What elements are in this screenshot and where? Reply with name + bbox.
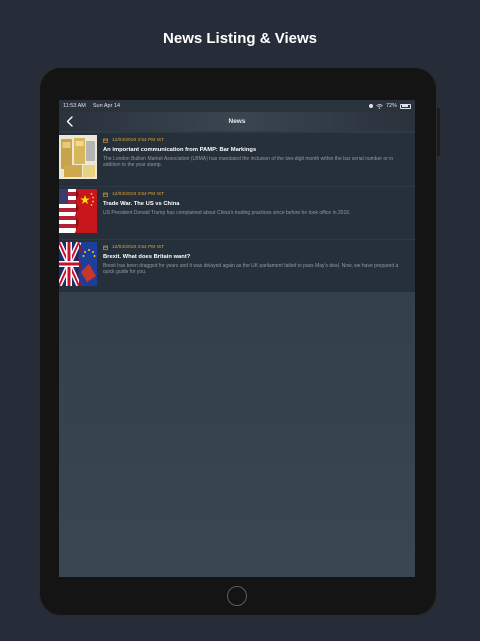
battery-icon [400, 103, 411, 109]
status-time: 11:53 AM [63, 103, 86, 109]
home-button[interactable] [227, 586, 247, 606]
status-date: Sun Apr 14 [92, 103, 121, 109]
calendar-icon [103, 138, 108, 143]
news-item-bar-markings[interactable]: 12/04/2019 3:54 PM IST An important comm… [59, 133, 415, 186]
app-screen: 11:53 AM Sun Apr 14 72% News 12/04/2019 … [59, 100, 415, 577]
battery-percent: 72% [385, 103, 397, 109]
page-heading: News Listing & Views [163, 30, 317, 47]
news-item-brexit[interactable]: 12/04/2019 3:54 PM IST Brexit. What does… [59, 239, 415, 292]
news-date: 12/04/2019 3:54 PM IST [112, 192, 164, 197]
wifi-icon [376, 103, 383, 109]
news-description: The London Bullion Market Association (L… [103, 156, 394, 169]
news-description: US President Donald Trump has complained… [103, 210, 351, 216]
news-description: Brexit has been dragged for years and it… [103, 263, 399, 276]
calendar-icon [103, 245, 108, 250]
nav-title: News [228, 118, 246, 125]
news-list: 12/04/2019 3:54 PM IST An important comm… [59, 133, 415, 292]
news-date: 12/04/2019 3:54 PM IST [112, 138, 164, 143]
nav-bar: News [59, 112, 415, 131]
battery-fill [401, 105, 408, 108]
news-thumbnail-uk-eu-flags [59, 242, 97, 286]
news-title: An important communication from PAMP: Ba… [103, 147, 257, 153]
signal-icon [368, 104, 373, 108]
calendar-icon [103, 192, 108, 197]
back-icon[interactable] [64, 115, 74, 128]
news-date: 12/04/2019 3:54 PM IST [112, 245, 164, 250]
news-item-trade-war[interactable]: 12/04/2019 3:54 PM IST Trade War. The US… [59, 186, 415, 239]
news-title: Trade War. The US vs China [103, 201, 180, 207]
news-thumbnail-gold-bars [59, 135, 97, 179]
status-bar: 11:53 AM Sun Apr 14 72% [59, 100, 415, 112]
news-title: Brexit. What does Britain want? [103, 254, 191, 260]
news-thumbnail-us-china-flags [59, 189, 97, 233]
tablet-side-button [437, 108, 440, 156]
